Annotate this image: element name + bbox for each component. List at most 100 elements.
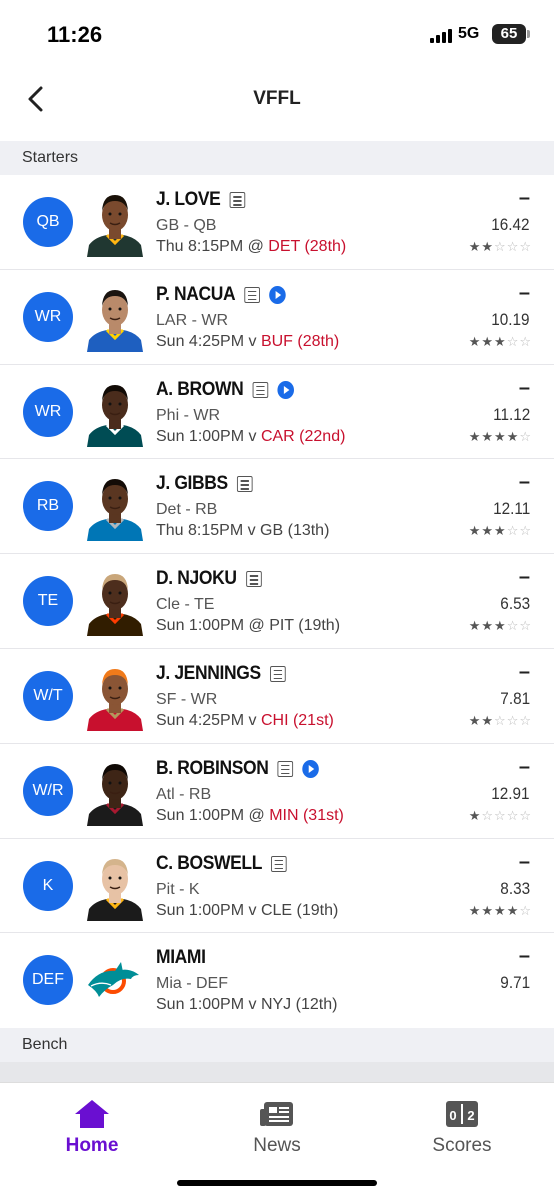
player-photo[interactable] <box>85 566 145 637</box>
opponent-rank: MIN (31st) <box>269 806 344 824</box>
position-badge[interactable]: WR <box>23 386 73 437</box>
game-time: Sun 1:00PM @ <box>156 806 270 824</box>
game-info: Sun 4:25PM v CHI (21st) <box>156 712 334 730</box>
network-label: 5G <box>458 25 480 42</box>
player-row[interactable]: K C. BOSWELL Pit - K Sun 1:00PM v CLE (19th… <box>0 839 554 934</box>
app-header: VFFL <box>0 70 554 140</box>
player-name[interactable]: B. ROBINSON <box>156 758 269 780</box>
position-badge[interactable]: W/T <box>23 670 73 721</box>
actual-points: – <box>518 187 530 209</box>
notes-icon[interactable] <box>277 760 294 777</box>
position-badge[interactable]: QB <box>23 197 73 247</box>
bench-list <box>0 1062 554 1082</box>
player-team: Pit - K <box>156 880 200 898</box>
notes-icon[interactable] <box>229 192 246 208</box>
position-badge[interactable]: K <box>23 860 73 911</box>
player-row[interactable]: WR P. NACUA LAR - WR Sun 4:25PM v BUF (28th… <box>0 270 554 365</box>
actual-points: – <box>518 471 530 494</box>
game-info: Sun 1:00PM v NYJ (12th) <box>156 996 337 1014</box>
game-info: Sun 4:25PM v BUF (28th) <box>156 333 339 351</box>
notes-icon[interactable] <box>271 855 287 872</box>
player-name[interactable]: D. NJOKU <box>156 568 237 590</box>
game-info: Sun 1:00PM v CAR (22nd) <box>156 428 345 446</box>
game-time: Thu 8:15PM v <box>156 522 261 540</box>
player-name[interactable]: C. BOSWELL <box>156 853 262 875</box>
player-team: Cle - TE <box>156 596 215 614</box>
actual-points: – <box>518 945 530 968</box>
player-name[interactable]: J. JENNINGS <box>156 663 261 685</box>
notes-icon[interactable] <box>252 381 269 398</box>
position-badge[interactable]: TE <box>23 576 73 627</box>
player-name[interactable]: P. NACUA <box>156 284 236 306</box>
notes-icon[interactable] <box>244 286 261 303</box>
opponent-rank: CHI (21st) <box>260 711 334 729</box>
player-photo[interactable] <box>85 187 145 257</box>
player-name[interactable]: J. LOVE <box>156 189 221 211</box>
player-photo[interactable] <box>85 755 145 826</box>
opponent-rank: CLE (19th) <box>260 901 339 919</box>
player-row[interactable]: RB J. GIBBS Det - RB Thu 8:15PM v GB (13th)… <box>0 459 554 555</box>
player-team: GB - QB <box>156 217 217 234</box>
opponent-rank: PIT (19th) <box>269 617 341 635</box>
game-info: Thu 8:15PM @ DET (28th) <box>156 238 346 256</box>
player-row[interactable]: W/T J. JENNINGS SF - WR Sun 4:25PM v CHI (2… <box>0 649 554 744</box>
player-name-line[interactable]: MIAMI <box>156 947 206 969</box>
player-name-line[interactable]: P. NACUA <box>156 284 286 306</box>
player-row[interactable]: TE D. NJOKU Cle - TE Sun 1:00PM @ PIT (19th… <box>0 554 554 649</box>
actual-points: – <box>518 850 530 873</box>
actual-points: – <box>518 566 530 589</box>
player-row[interactable]: W/R B. ROBINSON Atl - RB Sun 1:00PM @ MIN (… <box>0 744 554 839</box>
player-name[interactable]: J. GIBBS <box>156 473 228 495</box>
player-name-line[interactable]: J. JENNINGS <box>156 663 286 685</box>
player-photo[interactable] <box>85 945 145 1016</box>
notes-icon[interactable] <box>269 665 286 682</box>
player-photo[interactable] <box>85 281 145 352</box>
tab-home[interactable]: Home <box>22 1097 162 1157</box>
notes-icon[interactable] <box>237 476 253 493</box>
player-photo[interactable] <box>85 471 145 542</box>
play-video-icon[interactable] <box>277 380 294 399</box>
player-photo-svg <box>85 850 145 921</box>
projected-points: 11.12 <box>492 404 530 424</box>
player-name-line[interactable]: J. GIBBS <box>156 473 253 495</box>
starters-list: QB J. LOVE GB - QB Thu 8:15PM @ DET (28th) –… <box>0 175 554 1028</box>
projected-points: 8.33 <box>500 878 530 898</box>
player-row[interactable]: DEF MIAMI Mia - DEF Sun 1:00PM v NYJ (12th)… <box>0 933 554 1028</box>
player-photo[interactable] <box>85 850 145 921</box>
player-name[interactable]: A. BROWN <box>156 379 244 401</box>
player-name-line[interactable]: J. LOVE <box>156 189 246 211</box>
opponent-rank: DET (28th) <box>268 238 347 255</box>
player-photo-svg <box>85 281 145 352</box>
player-name-line[interactable]: C. BOSWELL <box>156 853 287 875</box>
play-video-icon[interactable] <box>269 285 286 304</box>
player-photo-svg <box>85 755 145 826</box>
battery-icon: 65 <box>492 24 530 44</box>
notes-icon[interactable] <box>245 571 262 588</box>
section-title: Starters <box>22 149 79 166</box>
play-video-icon[interactable] <box>302 759 320 778</box>
tab-news[interactable]: News <box>207 1097 347 1157</box>
player-photo[interactable] <box>85 376 145 447</box>
home-icon <box>75 1100 109 1128</box>
projected-points: 9.71 <box>500 973 530 993</box>
player-team: Mia - DEF <box>156 975 228 993</box>
player-name-line[interactable]: B. ROBINSON <box>156 758 320 780</box>
player-name-line[interactable]: A. BROWN <box>156 379 294 401</box>
game-info: Sun 1:00PM @ PIT (19th) <box>156 617 340 635</box>
star-rating: ★☆☆☆☆ <box>468 807 532 823</box>
position-badge[interactable]: RB <box>23 481 73 532</box>
player-photo[interactable] <box>85 660 145 731</box>
player-row[interactable]: WR A. BROWN Phi - WR Sun 1:00PM v CAR (22nd… <box>0 365 554 460</box>
position-badge[interactable]: DEF <box>23 955 73 1006</box>
player-name-line[interactable]: D. NJOKU <box>156 568 262 590</box>
player-team: Phi - WR <box>156 406 220 424</box>
player-row[interactable]: QB J. LOVE GB - QB Thu 8:15PM @ DET (28th) –… <box>0 175 554 270</box>
star-rating: ★★☆☆☆ <box>468 712 532 728</box>
star-rating: ★★★☆☆ <box>468 618 532 634</box>
position-badge[interactable]: W/R <box>23 765 73 816</box>
scores-icon: 0 2 <box>446 1101 478 1127</box>
player-name[interactable]: MIAMI <box>156 947 206 969</box>
position-badge[interactable]: WR <box>23 291 73 342</box>
tab-label: Scores <box>432 1135 492 1156</box>
tab-scores[interactable]: 0 2 Scores <box>392 1097 532 1157</box>
